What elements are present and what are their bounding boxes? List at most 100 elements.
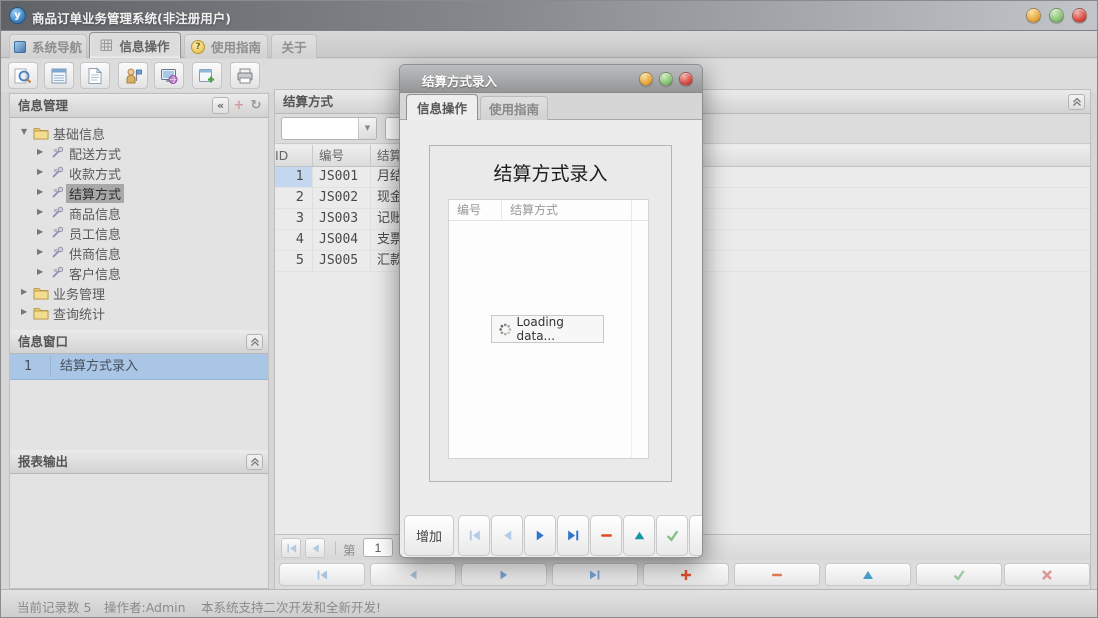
tree-node-business-mgmt[interactable]: ▶ 业务管理 (10, 283, 268, 303)
tab-system-nav[interactable]: 系统导航 (9, 34, 87, 58)
tree-label[interactable]: 查询统计 (53, 304, 105, 323)
cell-code[interactable]: JS003 (313, 209, 371, 230)
app-window: y 商品订单业务管理系统(非注册用户) 系统导航 信息操作 ? 使用指南 (0, 0, 1098, 618)
dialog-tab-info-operation[interactable]: 信息操作 (406, 94, 478, 120)
cell-id[interactable]: 3 (275, 209, 313, 230)
tree-label[interactable]: 收款方式 (69, 164, 121, 183)
last-record-button[interactable] (557, 515, 589, 556)
expander-open-icon[interactable]: ▼ (21, 127, 27, 136)
save-record-button[interactable] (656, 515, 688, 556)
prev-record-button[interactable] (491, 515, 523, 556)
cell-code[interactable]: JS004 (313, 230, 371, 251)
add-icon[interactable]: + (232, 97, 246, 114)
expander-closed-icon[interactable]: ▶ (37, 267, 43, 276)
first-record-button[interactable] (279, 563, 365, 586)
collapse-panel-button[interactable] (246, 454, 263, 470)
cell-id[interactable]: 5 (275, 251, 313, 272)
tree-label[interactable]: 商品信息 (69, 204, 121, 223)
tree-label[interactable]: 客户信息 (69, 264, 121, 283)
monitor-view-button[interactable] (154, 62, 184, 89)
first-page-button[interactable] (281, 538, 301, 558)
window-list-item[interactable]: 1 结算方式录入 (10, 354, 268, 380)
cell-code[interactable]: JS002 (313, 188, 371, 209)
expander-closed-icon[interactable]: ▶ (21, 307, 27, 316)
tree-node-supplier-info[interactable]: ▶ 供商信息 (10, 243, 268, 263)
expander-closed-icon[interactable]: ▶ (37, 147, 43, 156)
tree-node-query-stats[interactable]: ▶ 查询统计 (10, 303, 268, 323)
cell-id[interactable]: 1 (275, 167, 313, 188)
save-record-button[interactable] (916, 563, 1002, 586)
add-button[interactable]: 增加 (404, 515, 454, 556)
printer-button[interactable] (230, 62, 260, 89)
tree-node-customer-info[interactable]: ▶ 客户信息 (10, 263, 268, 283)
main-tab-bar: 系统导航 信息操作 ? 使用指南 关于 (1, 31, 1097, 58)
collapse-panel-button[interactable] (246, 334, 263, 350)
tree-label[interactable]: 基础信息 (53, 124, 105, 143)
prev-record-button[interactable] (370, 563, 456, 586)
entry-table-header: 编号 结算方式 (449, 200, 648, 221)
delete-record-button[interactable] (734, 563, 820, 586)
tree-label[interactable]: 业务管理 (53, 284, 105, 303)
minimize-button[interactable] (1026, 8, 1041, 23)
cell-code[interactable]: JS001 (313, 167, 371, 188)
tab-about[interactable]: 关于 (271, 34, 317, 58)
dialog-tab-user-guide[interactable]: 使用指南 (480, 96, 548, 120)
dialog-close-button[interactable] (679, 72, 693, 86)
tree-label[interactable]: 供商信息 (69, 244, 121, 263)
expander-closed-icon[interactable]: ▶ (37, 187, 43, 196)
column-header-code[interactable]: 编号 (313, 145, 371, 166)
column-header-id[interactable]: ID (275, 145, 313, 166)
expander-closed-icon[interactable]: ▶ (37, 247, 43, 256)
grid-icon (100, 39, 113, 52)
edit-record-button[interactable] (825, 563, 911, 586)
tree-node-basic-info[interactable]: ▼ 基础信息 (10, 123, 268, 143)
prev-page-button[interactable] (305, 538, 325, 558)
tree-label[interactable]: 配送方式 (69, 144, 121, 163)
expander-closed-icon[interactable]: ▶ (21, 287, 27, 296)
report-output-body (10, 474, 268, 588)
column-header-method[interactable]: 结算方式 (502, 200, 632, 220)
edit-record-button[interactable] (623, 515, 655, 556)
dialog-title-bar[interactable]: 结算方式录入 (400, 65, 702, 93)
dialog-minimize-button[interactable] (639, 72, 653, 86)
expander-closed-icon[interactable]: ▶ (37, 227, 43, 236)
search-button[interactable] (8, 62, 38, 89)
next-record-button[interactable] (524, 515, 556, 556)
close-button[interactable] (1072, 8, 1087, 23)
delete-record-button[interactable] (590, 515, 622, 556)
collapse-panel-button[interactable] (1068, 94, 1085, 110)
collapse-left-button[interactable]: « (212, 97, 229, 114)
user-permission-button[interactable] (118, 62, 148, 89)
new-window-button[interactable] (192, 62, 222, 89)
last-record-button[interactable] (552, 563, 638, 586)
column-header-code[interactable]: 编号 (449, 200, 502, 220)
tree-node-settlement-method[interactable]: ▶ 结算方式 (10, 183, 268, 203)
first-record-button[interactable] (458, 515, 490, 556)
tree-label[interactable]: 结算方式 (66, 184, 124, 203)
tab-user-guide[interactable]: ? 使用指南 (184, 34, 268, 58)
page-number-input[interactable] (363, 538, 393, 557)
expander-closed-icon[interactable]: ▶ (37, 207, 43, 216)
new-document-button[interactable] (80, 62, 110, 89)
add-record-button[interactable] (643, 563, 729, 586)
cancel-record-button[interactable] (689, 515, 703, 556)
maximize-button[interactable] (1049, 8, 1064, 23)
form-view-button[interactable] (44, 62, 74, 89)
expander-closed-icon[interactable]: ▶ (37, 167, 43, 176)
refresh-icon[interactable]: ↻ (249, 97, 263, 114)
cell-id[interactable]: 2 (275, 188, 313, 209)
tree-node-product-info[interactable]: ▶ 商品信息 (10, 203, 268, 223)
chevron-down-icon[interactable]: ▼ (358, 118, 376, 139)
tree-label[interactable]: 员工信息 (69, 224, 121, 243)
cell-id[interactable]: 4 (275, 230, 313, 251)
tree-node-payment-method[interactable]: ▶ 收款方式 (10, 163, 268, 183)
dialog-maximize-button[interactable] (659, 72, 673, 86)
tree-node-employee-info[interactable]: ▶ 员工信息 (10, 223, 268, 243)
tool-icon (51, 266, 64, 283)
cell-code[interactable]: JS005 (313, 251, 371, 272)
cancel-record-button[interactable] (1004, 563, 1090, 586)
tree-node-delivery-method[interactable]: ▶ 配送方式 (10, 143, 268, 163)
filter-combo-1[interactable]: ▼ (281, 117, 377, 140)
tab-info-operation[interactable]: 信息操作 (89, 32, 181, 58)
next-record-button[interactable] (461, 563, 547, 586)
